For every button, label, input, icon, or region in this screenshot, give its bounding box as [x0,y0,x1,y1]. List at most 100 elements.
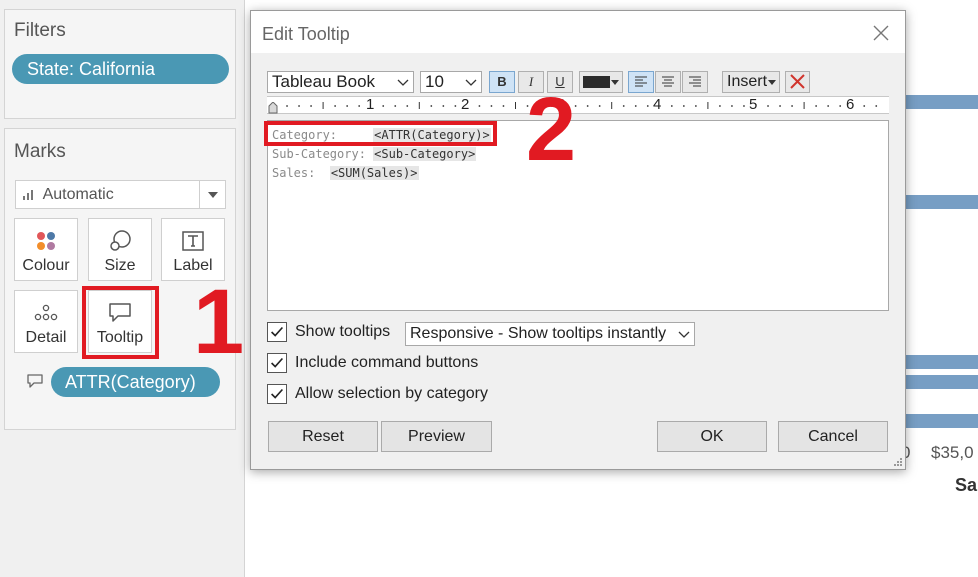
ruler-tick [298,105,300,107]
annotation-step-1: 1 [193,271,245,373]
ruler-tick [731,105,733,107]
ruler-tick [598,105,601,107]
editor-line: Sales: <SUM(Sales)> [272,166,419,180]
ruler-tick [670,105,673,107]
ruler-number: 6 [846,96,855,113]
ruler-tick [346,105,349,107]
delete-x-icon [790,74,805,89]
font-size-select[interactable]: 10 [420,71,482,93]
marks-title: Marks [14,141,66,162]
dialog-title: Edit Tooltip [262,24,350,44]
ruler[interactable]: 1 2 3 4 5 6 [267,96,889,114]
ruler-tick [622,105,625,107]
indent-marker-icon[interactable] [268,102,278,114]
editor-line: Sub-Category: <Sub-Category> [272,147,477,161]
chart-bar[interactable] [903,95,978,109]
font-family-value: Tableau Book [272,72,376,91]
ruler-tick [502,105,505,107]
chevron-down-icon [678,331,690,338]
ruler-tick [442,105,445,107]
allow-selection-label: Allow selection by category [295,385,488,402]
filters-title: Filters [14,20,66,41]
preview-button[interactable]: Preview [381,421,492,452]
ruler-number: 5 [749,96,758,113]
ruler-tick [394,105,397,107]
align-left-icon [635,76,647,87]
ruler-tick [382,105,385,107]
align-right-button[interactable] [682,71,708,93]
size-label: Size [104,257,136,274]
reset-button[interactable]: Reset [268,421,378,452]
chart-bar[interactable] [903,375,978,389]
show-tooltips-label: Show tooltips [295,323,391,340]
resize-grip-icon[interactable] [893,457,903,467]
dropdown-arrow-icon [611,80,619,85]
editor-field-token[interactable]: <Sub-Category> [373,147,477,161]
checkbox-checked-icon[interactable] [267,322,287,342]
ruler-tick [358,105,361,107]
filters-panel: Filters State: California [4,9,236,119]
font-size-value: 10 [425,72,444,91]
ruler-tick [454,105,457,107]
ruler-number: 2 [461,96,470,113]
tooltip-editor[interactable]: Category: <ATTR(Category)> Sub-Category:… [267,120,889,311]
size-button[interactable]: Size [88,218,152,281]
tableau-workspace: 0 $35,0 Sa Filters State: California Mar… [0,0,978,577]
ruler-tick [779,105,781,107]
clear-button[interactable] [785,71,810,93]
chart-bar[interactable] [903,355,978,369]
ruler-tick [875,105,878,107]
annotation-highlight-tooltip-button [82,286,159,359]
ok-button[interactable]: OK [657,421,767,452]
ruler-number: 4 [653,96,662,113]
annotation-step-2: 2 [526,80,577,180]
ruler-tick [815,105,818,107]
align-left-button[interactable] [628,71,654,93]
detail-button[interactable]: Detail [14,290,78,353]
mark-type-value: Automatic [42,186,114,203]
ruler-tick [286,105,288,107]
axis-title[interactable]: Sa [955,475,977,496]
ruler-tick [646,105,649,107]
align-center-button[interactable] [655,71,681,93]
annotation-highlight-category-field [264,121,497,146]
editor-label: Sub-Category: [272,147,366,161]
ruler-tick [682,105,685,107]
include-command-buttons-label: Include command buttons [295,354,479,371]
filter-pill-state[interactable]: State: California [12,54,229,84]
ruler-ticks [286,102,878,109]
ruler-tick [863,105,866,107]
font-family-select[interactable]: Tableau Book [267,71,414,93]
ruler-tick [334,105,337,107]
colour-button[interactable]: Colour [14,218,78,281]
close-icon[interactable] [871,23,891,43]
align-right-icon [689,76,701,87]
tooltip-mode-select[interactable]: Responsive - Show tooltips instantly [405,322,695,346]
chevron-down-icon [397,79,409,86]
insert-label: Insert [727,73,768,90]
font-color-button[interactable] [579,71,623,93]
cancel-button[interactable]: Cancel [778,421,888,452]
editor-field-token[interactable]: <SUM(Sales)> [329,166,419,180]
mark-type-dropdown[interactable]: Automatic [15,180,226,209]
ruler-tick [406,105,409,107]
detail-icon [34,304,58,321]
dropdown-arrow-icon [768,80,776,85]
chevron-down-icon [465,79,477,86]
checkbox-checked-icon[interactable] [267,384,287,404]
font-color-swatch [583,76,610,88]
bar-chart-icon [23,190,33,200]
ruler-tick [694,105,697,107]
chart-bar[interactable] [903,414,978,428]
ruler-tick [490,105,493,107]
checkbox-checked-icon[interactable] [267,353,287,373]
bold-button[interactable]: B [489,71,515,93]
insert-menu-button[interactable]: Insert [722,71,780,93]
ruler-tick [586,105,589,107]
ruler-tick [791,105,793,107]
chevron-down-icon[interactable] [199,181,225,208]
colour-label: Colour [22,257,70,274]
edit-tooltip-dialog: Edit Tooltip Tableau Book 10 B I U Inser… [250,10,906,470]
chart-bar[interactable] [903,195,978,209]
dialog-titlebar[interactable]: Edit Tooltip [251,11,905,53]
